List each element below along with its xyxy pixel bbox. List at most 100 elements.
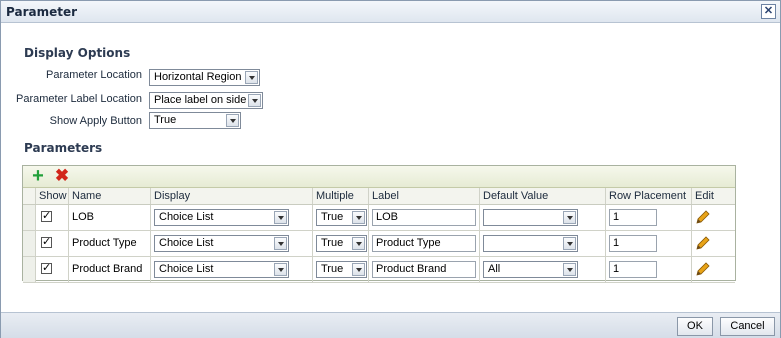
- pencil-icon[interactable]: [695, 235, 711, 251]
- default-value: All: [488, 263, 501, 275]
- placement-cell: 1: [606, 205, 692, 230]
- display-select[interactable]: Choice List: [154, 235, 289, 252]
- default-value-select[interactable]: [483, 209, 578, 226]
- show-apply-select[interactable]: True: [149, 112, 241, 129]
- ok-button[interactable]: OK: [677, 317, 713, 336]
- default-value-select[interactable]: All: [483, 261, 578, 278]
- edit-cell: [692, 257, 735, 282]
- pencil-icon[interactable]: [695, 209, 711, 225]
- display-select[interactable]: Choice List: [154, 261, 289, 278]
- chevron-down-icon: [274, 211, 287, 224]
- table-row: ✓ LOB Choice List True LOB 1: [23, 205, 735, 231]
- table-toolbar: + ✖: [23, 166, 735, 188]
- edit-cell: [692, 205, 735, 230]
- display-cell: Choice List: [151, 257, 313, 282]
- row-handle[interactable]: [23, 257, 36, 282]
- default-cell: All: [480, 257, 606, 282]
- chevron-down-icon: [248, 94, 261, 107]
- display-value: Choice List: [159, 237, 214, 249]
- title-bar: Parameter ✕: [1, 1, 780, 23]
- display-cell: Choice List: [151, 231, 313, 256]
- col-edit[interactable]: Edit: [692, 188, 735, 204]
- placement-cell: 1: [606, 231, 692, 256]
- parameter-location-value: Horizontal Region: [154, 71, 242, 83]
- col-multiple[interactable]: Multiple: [313, 188, 369, 204]
- label-cell: LOB: [369, 205, 480, 230]
- chevron-down-icon: [563, 211, 576, 224]
- parameters-heading: Parameters: [24, 141, 103, 155]
- row-placement-input[interactable]: 1: [609, 209, 657, 226]
- multiple-cell: True: [313, 257, 369, 282]
- label-location-select[interactable]: Place label on side: [149, 92, 263, 109]
- display-value: Choice List: [159, 211, 214, 223]
- col-default-value[interactable]: Default Value: [480, 188, 606, 204]
- show-cell: ✓: [36, 257, 69, 282]
- header-row: Show Name Display Multiple Label Default…: [23, 188, 735, 205]
- multiple-value: True: [321, 237, 344, 249]
- parameter-location-select[interactable]: Horizontal Region: [149, 69, 260, 86]
- row-handle[interactable]: [23, 205, 36, 230]
- chevron-down-icon: [274, 237, 287, 250]
- label-location-label: Parameter Label Location: [16, 93, 142, 105]
- cancel-button[interactable]: Cancel: [720, 317, 775, 336]
- col-name[interactable]: Name: [69, 188, 151, 204]
- label-location-value: Place label on side: [154, 94, 247, 106]
- plus-icon[interactable]: +: [30, 166, 46, 186]
- parameter-location-label: Parameter Location: [46, 69, 142, 81]
- show-checkbox[interactable]: ✓: [41, 263, 52, 274]
- chevron-down-icon: [352, 263, 365, 276]
- label-input[interactable]: Product Type: [372, 235, 476, 252]
- chevron-down-icon: [563, 263, 576, 276]
- close-icon[interactable]: ✕: [761, 4, 776, 19]
- display-select[interactable]: Choice List: [154, 209, 289, 226]
- show-cell: ✓: [36, 205, 69, 230]
- header-lead: [23, 188, 36, 204]
- default-cell: [480, 231, 606, 256]
- parameter-dialog: Parameter ✕ Display Options Parameter Lo…: [0, 0, 781, 338]
- row-placement-input[interactable]: 1: [609, 235, 657, 252]
- show-cell: ✓: [36, 231, 69, 256]
- x-icon[interactable]: ✖: [54, 167, 70, 184]
- multiple-select[interactable]: True: [316, 235, 367, 252]
- display-value: Choice List: [159, 263, 214, 275]
- chevron-down-icon: [245, 71, 258, 84]
- name-cell: LOB: [69, 205, 151, 230]
- col-show[interactable]: Show: [36, 188, 69, 204]
- default-value-select[interactable]: [483, 235, 578, 252]
- show-checkbox[interactable]: ✓: [41, 237, 52, 248]
- col-row-placement[interactable]: Row Placement: [606, 188, 692, 204]
- parameters-table: + ✖ Show Name Display Multiple Label Def…: [22, 165, 736, 283]
- multiple-cell: True: [313, 205, 369, 230]
- name-cell: Product Type: [69, 231, 151, 256]
- edit-cell: [692, 231, 735, 256]
- show-apply-label: Show Apply Button: [49, 115, 142, 127]
- display-cell: Choice List: [151, 205, 313, 230]
- multiple-value: True: [321, 263, 344, 275]
- dialog-footer: OK Cancel: [1, 312, 780, 338]
- show-apply-value: True: [154, 114, 177, 126]
- multiple-select[interactable]: True: [316, 261, 367, 278]
- multiple-select[interactable]: True: [316, 209, 367, 226]
- table-row: ✓ Product Type Choice List True Product …: [23, 231, 735, 257]
- dialog-title: Parameter: [6, 5, 78, 19]
- pencil-icon[interactable]: [695, 261, 711, 277]
- col-display[interactable]: Display: [151, 188, 313, 204]
- col-label[interactable]: Label: [369, 188, 480, 204]
- table-row: ✓ Product Brand Choice List True Product…: [23, 257, 735, 283]
- label-cell: Product Type: [369, 231, 480, 256]
- row-handle[interactable]: [23, 231, 36, 256]
- chevron-down-icon: [352, 237, 365, 250]
- chevron-down-icon: [226, 114, 239, 127]
- chevron-down-icon: [274, 263, 287, 276]
- display-options-heading: Display Options: [24, 46, 131, 60]
- label-input[interactable]: LOB: [372, 209, 476, 226]
- name-cell: Product Brand: [69, 257, 151, 282]
- multiple-value: True: [321, 211, 344, 223]
- label-input[interactable]: Product Brand: [372, 261, 476, 278]
- row-placement-input[interactable]: 1: [609, 261, 657, 278]
- show-checkbox[interactable]: ✓: [41, 211, 52, 222]
- default-cell: [480, 205, 606, 230]
- chevron-down-icon: [352, 211, 365, 224]
- placement-cell: 1: [606, 257, 692, 282]
- label-cell: Product Brand: [369, 257, 480, 282]
